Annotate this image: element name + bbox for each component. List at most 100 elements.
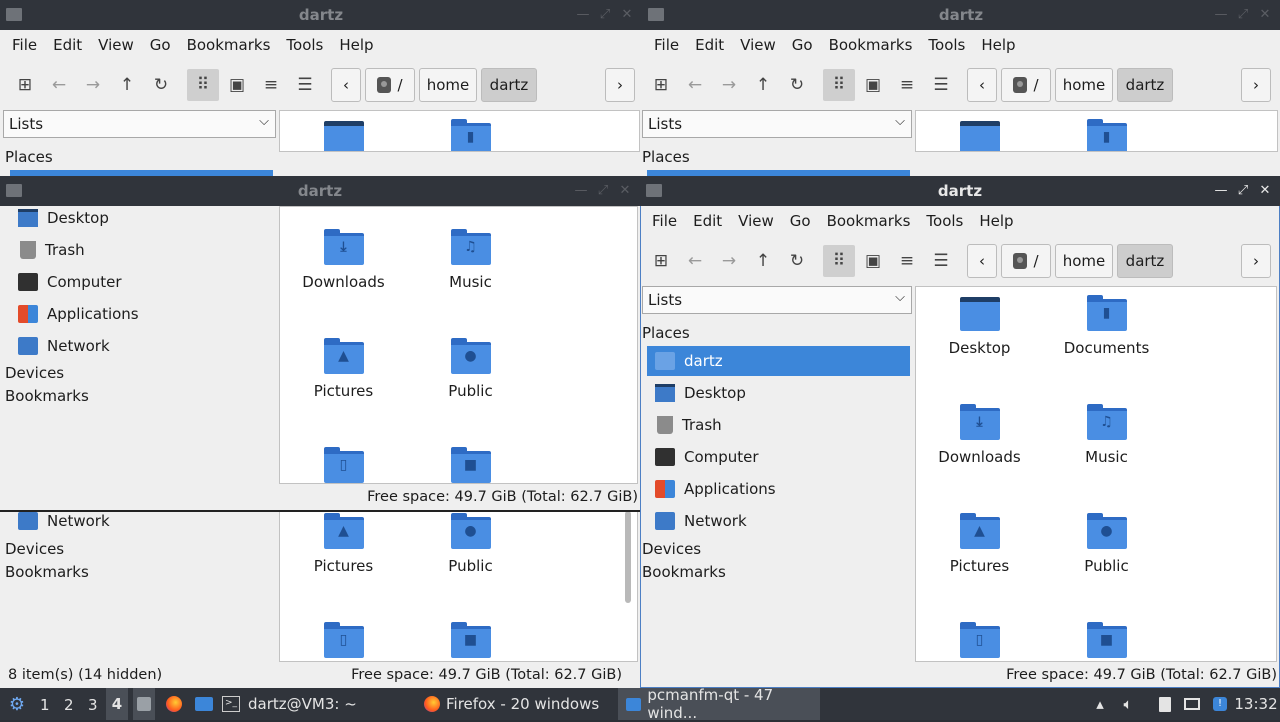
sidebar-item-desktop[interactable]: Desktop	[647, 378, 910, 408]
new-tab-icon[interactable]: ⊞	[9, 69, 41, 101]
sidebar-item-applications[interactable]: Applications	[647, 474, 910, 504]
reload-icon[interactable]: ↻	[781, 245, 813, 277]
menu-bookmarks[interactable]: Bookmarks	[821, 36, 921, 54]
forward-arrow-icon[interactable]: →	[713, 69, 745, 101]
menu-file[interactable]: File	[646, 36, 687, 54]
sidebar-item-network[interactable]: Network	[10, 331, 273, 361]
sidebar-item-dartz[interactable]: dartz	[647, 346, 910, 376]
maximize-icon[interactable]: ⤢	[596, 4, 614, 24]
menu-view[interactable]: View	[732, 36, 784, 54]
menu-bookmarks[interactable]: Bookmarks	[819, 212, 919, 230]
workspace-1[interactable]: 1	[40, 696, 50, 714]
file-documents[interactable]: ▮Documents	[407, 111, 534, 151]
path-dartz-button[interactable]: dartz	[1117, 244, 1173, 278]
reload-icon[interactable]: ↻	[781, 69, 813, 101]
icon-view-icon[interactable]: ⠿	[823, 69, 855, 101]
path-scroll-right-button[interactable]: ›	[1241, 244, 1271, 278]
menu-view[interactable]: View	[730, 212, 782, 230]
file-desktop[interactable]: Desktop	[916, 111, 1043, 151]
up-arrow-icon[interactable]: ↑	[111, 69, 143, 101]
path-root-button[interactable]: /	[1001, 68, 1051, 102]
workspace-2[interactable]: 2	[64, 696, 74, 714]
file-public[interactable]: ● Public	[1043, 505, 1170, 605]
scrollbar[interactable]	[625, 511, 631, 603]
file-manager-window-middle-left[interactable]: dartz — ⤢ ✕ Desktop Trash Computer Applica…	[0, 176, 640, 512]
menu-help[interactable]: Help	[973, 36, 1023, 54]
back-arrow-icon[interactable]: ←	[679, 69, 711, 101]
menu-tools[interactable]: Tools	[278, 36, 331, 54]
task-terminal[interactable]: >_ dartz@VM3: ~	[222, 688, 412, 720]
path-home-button[interactable]: home	[419, 68, 477, 102]
task-firefox[interactable]: Firefox - 20 windows	[424, 688, 614, 720]
sidebar-item-desktop[interactable]: Desktop	[10, 203, 273, 233]
file-templates[interactable]: ▯	[280, 439, 407, 483]
sidebar-item-trash[interactable]: Trash	[647, 410, 910, 440]
tray-expand-icon[interactable]: ▴	[1092, 688, 1108, 720]
forward-arrow-icon[interactable]: →	[713, 245, 745, 277]
file-music[interactable]: ♫ Music	[407, 221, 534, 321]
detailed-list-icon[interactable]: ☰	[289, 69, 321, 101]
thumbnail-view-icon[interactable]: ▣	[857, 69, 889, 101]
menu-edit[interactable]: Edit	[685, 212, 730, 230]
close-icon[interactable]: ✕	[618, 4, 636, 24]
compact-view-icon[interactable]: ≡	[891, 245, 923, 277]
maximize-icon[interactable]: ⤢	[594, 180, 612, 200]
compact-view-icon[interactable]: ≡	[255, 69, 287, 101]
menu-bookmarks[interactable]: Bookmarks	[179, 36, 279, 54]
file-view[interactable]: Desktop ▮Documents	[279, 110, 640, 152]
icon-view-icon[interactable]: ⠿	[823, 245, 855, 277]
menu-tools[interactable]: Tools	[918, 212, 971, 230]
path-scroll-left-button[interactable]: ‹	[967, 68, 997, 102]
file-music[interactable]: ♫ Music	[1043, 396, 1170, 496]
thumbnail-view-icon[interactable]: ▣	[857, 245, 889, 277]
path-scroll-right-button[interactable]: ›	[605, 68, 635, 102]
menu-go[interactable]: Go	[784, 36, 821, 54]
back-arrow-icon[interactable]: ←	[679, 245, 711, 277]
file-pictures[interactable]: ▲ Pictures	[280, 511, 407, 605]
back-arrow-icon[interactable]: ←	[43, 69, 75, 101]
sidebar-item-computer[interactable]: Computer	[10, 267, 273, 297]
compact-view-icon[interactable]: ≡	[891, 69, 923, 101]
file-documents[interactable]: ▮Documents	[1043, 111, 1170, 151]
show-desktop-icon[interactable]	[133, 688, 155, 720]
file-templates[interactable]: ▯	[280, 614, 407, 661]
sidebar-item-applications[interactable]: Applications	[10, 299, 273, 329]
up-arrow-icon[interactable]: ↑	[747, 69, 779, 101]
minimize-icon[interactable]: —	[1212, 180, 1230, 200]
workspace-4[interactable]: 4	[106, 688, 128, 720]
file-videos[interactable]: ■	[407, 439, 534, 483]
forward-arrow-icon[interactable]: →	[77, 69, 109, 101]
path-scroll-right-button[interactable]: ›	[1241, 68, 1271, 102]
new-tab-icon[interactable]: ⊞	[645, 245, 677, 277]
menu-file[interactable]: File	[644, 212, 685, 230]
file-manager-window-active[interactable]: dartz — ⤢ ✕ File Edit View Go Bookmarks To…	[640, 176, 1280, 688]
path-root-button[interactable]: /	[365, 68, 415, 102]
minimize-icon[interactable]: —	[574, 4, 592, 24]
path-root-button[interactable]: /	[1001, 244, 1051, 278]
file-public[interactable]: ● Public	[407, 330, 534, 430]
file-view[interactable]: Desktop ▮ Documents ⤓ Downloads ♫ Music ▲ Pi…	[915, 286, 1277, 662]
file-public[interactable]: ● Public	[407, 511, 534, 605]
start-menu-icon[interactable]: ⚙	[6, 688, 28, 720]
title-bar[interactable]: dartz — ⤢ ✕	[0, 0, 642, 30]
file-view[interactable]: ▲ Pictures ● Public ▯ ■	[279, 510, 638, 662]
file-templates[interactable]: ▯	[916, 614, 1043, 661]
menu-help[interactable]: Help	[331, 36, 381, 54]
file-downloads[interactable]: ⤓ Downloads	[916, 396, 1043, 496]
path-dartz-button[interactable]: dartz	[1117, 68, 1173, 102]
file-manager-window-top-left[interactable]: dartz — ⤢ ✕ File Edit View Go Bookmarks To…	[0, 0, 642, 178]
workspace-3[interactable]: 3	[88, 696, 98, 714]
menu-go[interactable]: Go	[142, 36, 179, 54]
detailed-list-icon[interactable]: ☰	[925, 69, 957, 101]
file-videos[interactable]: ■	[1043, 614, 1170, 661]
file-videos[interactable]: ■	[407, 614, 534, 661]
volume-icon[interactable]: 🔈︎	[1118, 688, 1138, 720]
menu-help[interactable]: Help	[971, 212, 1021, 230]
menu-file[interactable]: File	[4, 36, 45, 54]
title-bar[interactable]: dartz — ⤢ ✕	[0, 176, 640, 206]
notification-icon[interactable]: !	[1210, 688, 1230, 720]
file-view[interactable]: ⤓ Downloads ♫ Music ▲ Pictures ● Public ▯ ■	[279, 206, 638, 484]
sidebar-item-network[interactable]: Network	[647, 506, 910, 536]
title-bar[interactable]: dartz — ⤢ ✕	[640, 176, 1280, 206]
clock[interactable]: 13:32	[1234, 688, 1277, 720]
